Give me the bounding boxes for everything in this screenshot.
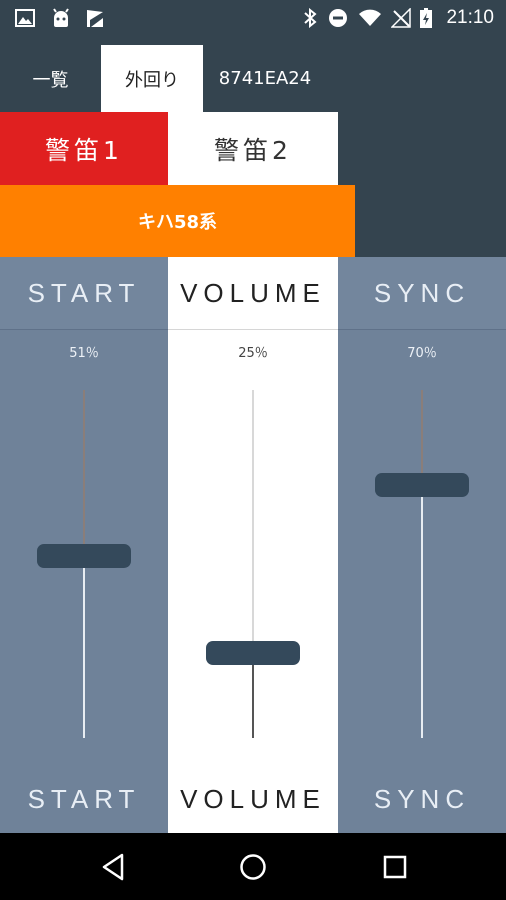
bluetooth-icon xyxy=(300,8,320,28)
do-not-disturb-icon xyxy=(327,8,349,28)
home-icon[interactable] xyxy=(237,851,269,883)
sync-track-upper xyxy=(421,390,423,484)
train-series-button[interactable]: キハ58系 xyxy=(0,185,355,257)
android-icon xyxy=(50,8,72,28)
volume-slider-panel: VOLUME 25％ VOLUME xyxy=(168,257,338,833)
tab-bar: 一覧 外回り 8741EA24 xyxy=(0,36,506,112)
clock: 21:10 xyxy=(446,7,494,28)
tab-device-id[interactable]: 8741EA24 xyxy=(203,45,327,112)
sync-track-lower xyxy=(421,484,423,738)
image-icon xyxy=(14,8,36,28)
start-slider-thumb[interactable] xyxy=(37,544,131,568)
status-bar: 21:10 xyxy=(0,0,506,36)
whistle-1-button[interactable]: 警笛1 xyxy=(0,112,168,185)
wifi-icon xyxy=(357,8,383,28)
sync-slider-panel: SYNC 70％ SYNC xyxy=(338,257,506,833)
back-icon[interactable] xyxy=(97,851,129,883)
sync-header: SYNC xyxy=(338,257,506,330)
sync-percent: 70％ xyxy=(407,346,437,361)
whistle-2-button[interactable]: 警笛2 xyxy=(168,112,338,185)
start-percent: 51％ xyxy=(69,346,99,361)
tab-list[interactable]: 一覧 xyxy=(0,45,101,112)
tab-outer-loop[interactable]: 外回り xyxy=(101,45,203,112)
flag-icon xyxy=(84,8,106,28)
start-slider-panel: START 51％ START xyxy=(0,257,168,833)
sync-slider-thumb[interactable] xyxy=(375,473,469,497)
start-track-lower xyxy=(83,555,85,738)
volume-footer: VOLUME xyxy=(180,784,326,814)
volume-header: VOLUME xyxy=(168,257,338,330)
recents-icon[interactable] xyxy=(379,851,411,883)
start-footer: START xyxy=(27,784,141,814)
start-track-upper xyxy=(83,390,85,555)
volume-track-upper xyxy=(252,390,254,652)
start-header: START xyxy=(0,257,168,330)
volume-slider-thumb[interactable] xyxy=(206,641,300,665)
volume-percent: 25％ xyxy=(238,346,268,361)
battery-charging-icon xyxy=(418,8,434,28)
sync-footer: SYNC xyxy=(373,784,471,814)
navigation-bar xyxy=(0,833,506,900)
no-signal-icon xyxy=(390,8,412,28)
